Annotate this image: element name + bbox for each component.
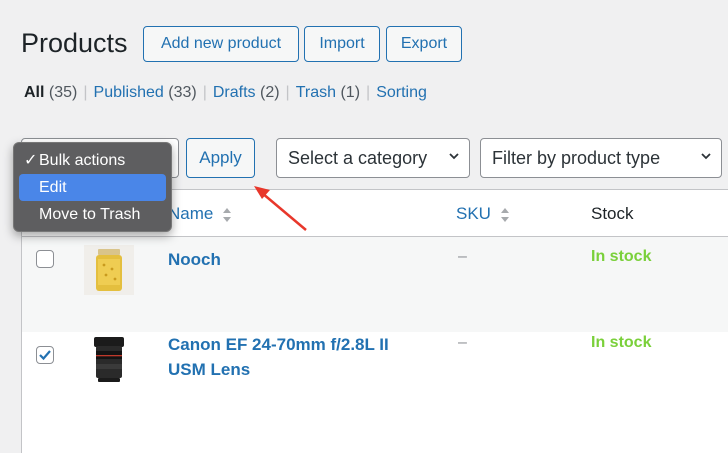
category-select[interactable]: Select a category	[276, 138, 470, 178]
product-name-link[interactable]: Canon EF 24-70mm f/2.8L II USM Lens	[168, 332, 389, 382]
drafts-count: (2)	[259, 84, 280, 101]
sort-arrows-icon	[500, 207, 509, 222]
chevron-down-icon	[701, 153, 711, 160]
separator: |	[366, 84, 371, 101]
product-name-link[interactable]: Nooch	[168, 247, 221, 272]
row-checkbox[interactable]	[36, 250, 54, 268]
sku-value: –	[458, 334, 467, 351]
trash-count: (1)	[340, 84, 361, 101]
sort-arrows-icon	[223, 207, 232, 222]
view-all[interactable]: All (35)	[24, 84, 77, 101]
category-select-label: Select a category	[288, 147, 428, 168]
separator: |	[83, 84, 88, 101]
product-type-select-label: Filter by product type	[492, 147, 661, 168]
separator: |	[202, 84, 207, 101]
row-checkbox-checked[interactable]	[36, 346, 54, 364]
column-name-header[interactable]: Name	[168, 204, 232, 224]
published-count: (33)	[168, 84, 197, 101]
view-sorting[interactable]: Sorting	[376, 84, 427, 101]
product-type-select[interactable]: Filter by product type	[480, 138, 722, 178]
menu-item-move-to-trash[interactable]: Move to Trash	[19, 201, 166, 228]
column-sku-header[interactable]: SKU	[456, 204, 510, 224]
column-stock-header: Stock	[591, 204, 634, 223]
table-row: Nooch – In stock	[22, 237, 728, 332]
import-button[interactable]: Import	[304, 26, 380, 62]
page-title: Products	[21, 28, 128, 58]
export-button[interactable]: Export	[386, 26, 462, 62]
checkmark-icon: ✓	[24, 152, 38, 169]
status-filter-links: All (35) | Published (33) | Drafts (2) | Trash…	[24, 84, 427, 102]
menu-item-edit[interactable]: Edit	[19, 174, 166, 201]
menu-item-bulk-actions[interactable]: ✓ Bulk actions	[19, 147, 166, 174]
separator: |	[285, 84, 290, 101]
checkmark-icon	[39, 350, 51, 361]
add-new-product-button[interactable]: Add new product	[143, 26, 299, 62]
apply-button[interactable]: Apply	[186, 138, 255, 178]
table-row: Canon EF 24-70mm f/2.8L II USM Lens – In…	[22, 332, 728, 453]
bulk-actions-dropdown-menu: ✓ Bulk actions Edit Move to Trash	[13, 142, 172, 232]
stock-status: In stock	[591, 334, 652, 351]
camera-lens-image	[84, 334, 134, 384]
sku-value: –	[458, 248, 467, 265]
view-trash[interactable]: Trash	[296, 84, 336, 101]
chevron-down-icon	[449, 153, 459, 160]
stock-status: In stock	[591, 248, 652, 265]
jar-image	[84, 245, 134, 295]
view-published[interactable]: Published	[94, 84, 164, 101]
view-drafts[interactable]: Drafts	[213, 84, 256, 101]
